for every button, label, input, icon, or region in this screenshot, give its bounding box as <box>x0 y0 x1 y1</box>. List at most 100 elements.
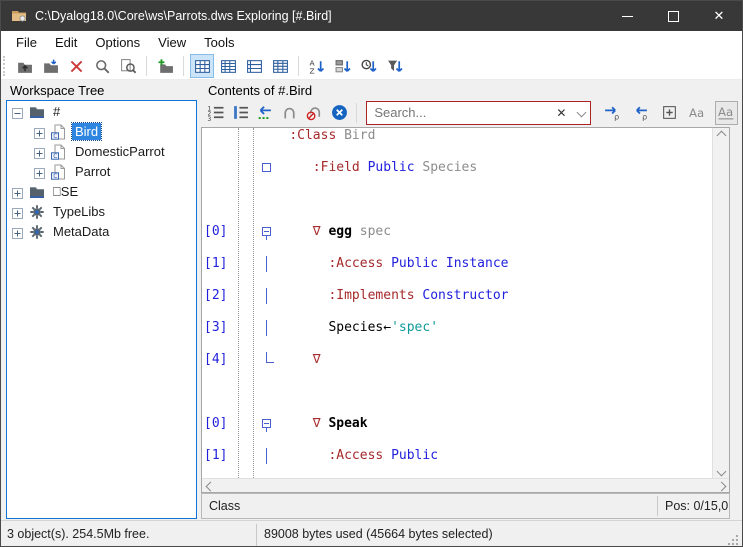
view-list-icon[interactable] <box>242 54 266 78</box>
close-button[interactable]: ✕ <box>696 1 742 31</box>
vertical-scrollbar[interactable] <box>712 128 729 478</box>
line-number: [1] <box>204 256 227 272</box>
find-icon[interactable] <box>90 54 114 78</box>
expand-icon[interactable] <box>34 166 45 177</box>
status-bar: 3 object(s). 254.5Mb free. 89008 bytes u… <box>1 520 742 547</box>
menu-tools[interactable]: Tools <box>195 33 243 52</box>
minimize-button[interactable] <box>604 1 650 31</box>
code-line-1: :Field Public Species <box>202 160 713 176</box>
line-numbers-icon[interactable]: 123 <box>204 101 227 125</box>
menu-options[interactable]: Options <box>86 33 149 52</box>
sort-name-icon[interactable]: AZ <box>305 54 329 78</box>
sort-size-icon[interactable] <box>383 54 407 78</box>
expand-all-icon[interactable] <box>658 101 681 125</box>
new-namespace-icon[interactable] <box>153 54 177 78</box>
match-word-icon[interactable]: Aa <box>715 101 738 125</box>
status-divider <box>256 524 257 546</box>
overstrike-off-icon[interactable] <box>303 101 326 125</box>
code-line-9: [0] ∇ Speak <box>202 416 713 432</box>
main-toolbar: AZ <box>1 53 742 80</box>
view-small-icons-icon[interactable] <box>216 54 240 78</box>
menu-edit[interactable]: Edit <box>46 33 86 52</box>
expand-icon[interactable] <box>12 226 23 237</box>
tree-item-label: TypeLibs <box>50 203 108 220</box>
svg-text:ρ: ρ <box>642 112 647 121</box>
code-line-6: [3] Species←'spec' <box>202 320 713 336</box>
scroll-left-button[interactable] <box>202 479 218 493</box>
tree-item-label: Parrot <box>72 163 113 180</box>
tree-item-metadata[interactable]: MetaData <box>7 222 196 241</box>
tree-item-bird[interactable]: CBird <box>7 122 196 141</box>
class-doc-icon: C <box>51 164 67 180</box>
toolbar-separator <box>146 56 147 76</box>
tree-item-label: MetaData <box>50 223 112 240</box>
expand-icon[interactable] <box>12 206 23 217</box>
toolbar-grip[interactable] <box>3 56 8 76</box>
title-bar[interactable]: C:\Dyalog18.0\Core\ws\Parrots.dws Explor… <box>1 1 742 31</box>
align-comments-icon[interactable] <box>253 101 276 125</box>
line-number: [3] <box>204 320 227 336</box>
object-count-status: 3 object(s). 254.5Mb free. <box>7 527 149 541</box>
code-line-5: [2] :Implements Constructor <box>202 288 713 304</box>
clear-search-icon[interactable] <box>328 101 351 125</box>
move-into-icon[interactable] <box>38 54 62 78</box>
gear-icon <box>29 204 45 220</box>
function-tree-icon[interactable] <box>229 101 252 125</box>
tree-item-se[interactable]: ⎕SE <box>7 182 196 201</box>
horizontal-scrollbar[interactable] <box>202 478 729 492</box>
svg-text:C: C <box>53 174 57 180</box>
ns-folder-icon <box>29 104 45 120</box>
svg-text:C: C <box>53 154 57 160</box>
editor-toolbar: 123 ✕ ρ ρ AaAa <box>203 98 739 127</box>
tree-item-parrot[interactable]: C Parrot <box>7 162 196 181</box>
tree-item-typelibs[interactable]: TypeLibs <box>7 202 196 221</box>
code-text: :Access Public <box>258 448 438 464</box>
class-doc-icon: C <box>51 144 67 160</box>
line-number: [4] <box>204 352 227 368</box>
search-prev-icon[interactable]: ρ <box>629 101 652 125</box>
sort-type-icon[interactable] <box>331 54 355 78</box>
move-up-icon[interactable] <box>12 54 36 78</box>
minimize-icon <box>622 16 633 17</box>
line-number: [0] <box>204 224 227 240</box>
code-editor[interactable]: :Class Bird :Field Public Species[0] ∇ e… <box>202 128 713 478</box>
expand-icon[interactable] <box>12 186 23 197</box>
code-text: ∇ <box>258 352 321 368</box>
line-number: [2] <box>204 288 227 304</box>
tree-item-domesticparrot[interactable]: CDomesticParrot <box>7 142 196 161</box>
code-text: :Access Public Instance <box>258 256 508 272</box>
gear-icon <box>29 224 45 240</box>
maximize-button[interactable] <box>650 1 696 31</box>
chevron-left-icon <box>205 481 215 491</box>
search-input[interactable] <box>367 105 550 120</box>
close-icon: ✕ <box>714 9 725 24</box>
menu-view[interactable]: View <box>149 33 195 52</box>
tree-item-#[interactable]: # <box>7 102 196 121</box>
expand-icon[interactable] <box>34 146 45 157</box>
search-next-icon[interactable]: ρ <box>600 101 623 125</box>
view-large-icons-icon[interactable] <box>190 54 214 78</box>
sort-date-icon[interactable] <box>357 54 381 78</box>
expand-icon[interactable] <box>34 126 45 137</box>
view-details-icon[interactable] <box>268 54 292 78</box>
resize-grip[interactable] <box>727 534 739 546</box>
menu-file[interactable]: File <box>7 33 46 52</box>
memory-status: 89008 bytes used (45664 bytes selected) <box>264 527 493 541</box>
code-text: :Class Bird <box>258 128 375 144</box>
match-case-icon[interactable]: Aa <box>687 101 710 125</box>
code-line-4: [1] :Access Public Instance <box>202 256 713 272</box>
svg-text:ρ: ρ <box>614 112 619 121</box>
delete-icon[interactable] <box>64 54 88 78</box>
scroll-right-button[interactable] <box>713 479 729 493</box>
overstrike-icon[interactable] <box>278 101 301 125</box>
workspace-tree[interactable]: #CBirdCDomesticParrotCParrot⎕SETypeLibsM… <box>6 100 197 519</box>
code-line-0: :Class Bird <box>202 128 713 144</box>
search-clear-icon[interactable]: ✕ <box>550 106 572 120</box>
find-objects-icon[interactable] <box>116 54 140 78</box>
scroll-down-button[interactable] <box>713 464 729 478</box>
search-dropdown-icon[interactable] <box>572 109 590 116</box>
scroll-up-button[interactable] <box>713 128 729 142</box>
svg-text:Z: Z <box>309 66 314 75</box>
toolbar-separator <box>356 103 357 123</box>
collapse-icon[interactable] <box>12 106 23 117</box>
